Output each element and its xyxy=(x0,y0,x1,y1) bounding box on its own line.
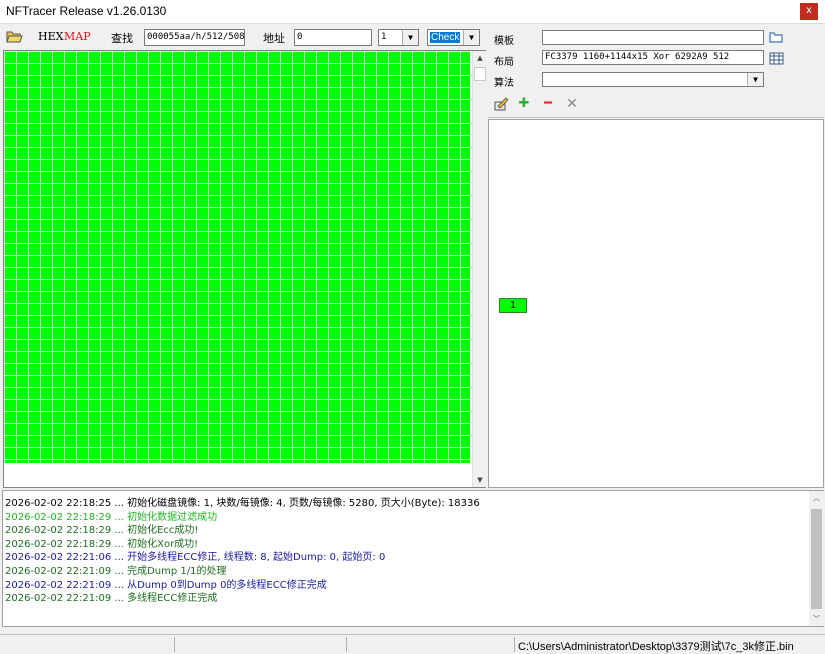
search-label: 查找 xyxy=(111,32,133,45)
hex-mode-button[interactable]: HEX xyxy=(38,30,63,43)
map-mode-button[interactable]: MAP xyxy=(64,30,91,43)
tools-icon[interactable]: ✕ xyxy=(564,96,580,112)
scroll-down-icon[interactable]: ▼ xyxy=(473,473,487,487)
chevron-down-icon[interactable]: ﹀ xyxy=(809,612,824,626)
scroll-thumb[interactable] xyxy=(811,509,822,609)
algorithm-select[interactable]: ▼ xyxy=(542,72,764,87)
table-icon[interactable] xyxy=(769,52,784,65)
status-divider xyxy=(514,637,515,652)
status-divider xyxy=(346,637,347,652)
search-input[interactable]: 000055aa/h/512/508 xyxy=(144,29,245,46)
chevron-down-icon[interactable]: ▼ xyxy=(747,73,763,86)
template-input[interactable] xyxy=(542,30,764,45)
chevron-up-icon[interactable]: ︿ xyxy=(809,491,824,505)
folder-icon[interactable] xyxy=(769,31,784,44)
check-select-value: Check xyxy=(430,32,461,43)
scroll-thumb[interactable] xyxy=(474,67,486,81)
node-toolbar: ✚ ━ ✕ xyxy=(488,92,824,118)
block-map-panel: ▲ ▼ xyxy=(3,50,486,488)
chevron-down-icon[interactable]: ▼ xyxy=(463,30,479,45)
layout-input[interactable]: FC3379 1160+1144x15 Xor 6292A9 512 xyxy=(542,50,764,65)
layout-label: 布局 xyxy=(494,57,514,68)
close-button[interactable]: x xyxy=(800,3,818,20)
log-line: 2026-02-02 22:21:09 ... 多线程ECC修正完成 xyxy=(5,593,218,605)
window-title: NFTracer Release v1.26.0130 xyxy=(6,4,167,18)
open-folder-icon[interactable] xyxy=(6,29,23,44)
scroll-up-icon[interactable]: ▲ xyxy=(473,51,487,65)
add-icon[interactable]: ✚ xyxy=(516,96,532,112)
status-divider xyxy=(174,637,175,652)
block-map-grid[interactable] xyxy=(4,51,470,463)
template-label: 模板 xyxy=(494,36,514,47)
remove-icon[interactable]: ━ xyxy=(540,96,556,112)
count-select-value: 1 xyxy=(381,32,387,42)
map-vertical-scrollbar[interactable]: ▲ ▼ xyxy=(472,51,486,487)
chevron-down-icon[interactable]: ▼ xyxy=(402,30,418,45)
count-select[interactable]: 1 ▼ xyxy=(378,29,419,46)
log-panel: 2026-02-02 22:18:25 ... 初始化磁盘镜像: 1, 块数/每… xyxy=(2,490,824,627)
edit-icon[interactable] xyxy=(493,96,509,112)
address-label: 地址 xyxy=(263,32,285,45)
log-vertical-scrollbar[interactable]: ︿ ﹀ xyxy=(809,491,824,626)
check-select[interactable]: Check ▼ xyxy=(427,29,480,46)
status-bar: C:\Users\Administrator\Desktop\3379测试\7c… xyxy=(0,634,825,653)
status-file-path: C:\Users\Administrator\Desktop\3379测试\7c… xyxy=(518,641,794,653)
algorithm-label: 算法 xyxy=(494,78,514,89)
node-box[interactable]: 1 xyxy=(499,298,527,313)
title-bar: NFTracer Release v1.26.0130 x xyxy=(0,0,825,24)
address-input[interactable]: 0 xyxy=(294,29,372,46)
node-view-panel: 1 xyxy=(488,119,824,488)
